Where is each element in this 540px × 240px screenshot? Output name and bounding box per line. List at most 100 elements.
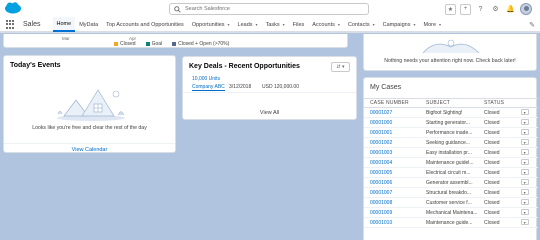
column-header-case-number[interactable]: CASE NUMBER [364, 98, 420, 108]
key-deals-card: Key Deals - Recent Opportunities ⇵ ▾ 10,… [182, 56, 357, 120]
chevron-down-icon[interactable]: ▾ [228, 22, 230, 27]
row-actions-button[interactable]: ▾ [520, 169, 529, 175]
case-number-link[interactable]: 00001005 [364, 167, 420, 178]
case-number-link[interactable]: 00001007 [364, 187, 420, 198]
star-icon[interactable]: ★ [445, 3, 456, 15]
row-actions-button[interactable]: ▾ [520, 139, 529, 145]
legend-swatch [114, 41, 118, 46]
chevron-down-icon[interactable]: ▾ [413, 22, 415, 27]
case-status-cell: Closed ▾ [478, 117, 538, 128]
nav-tab[interactable]: Leads ▾ [234, 17, 262, 32]
app-name: Sales [23, 21, 41, 28]
row-actions-button[interactable]: ▾ [520, 159, 529, 165]
nav-tab[interactable]: Home [52, 17, 76, 32]
row-actions-button[interactable]: ▾ [520, 199, 529, 205]
nav-tab[interactable]: Campaigns ▾ [379, 17, 420, 32]
case-subject: Performance inade... [420, 127, 478, 138]
assistant-card: Nothing needs your attention right now. … [363, 34, 537, 71]
card-title: Key Deals - Recent Opportunities [189, 63, 300, 70]
help-icon[interactable]: ? [475, 4, 486, 15]
nav-tab[interactable]: Tasks ▾ [262, 17, 289, 32]
table-row[interactable]: 00001001 Performance inade... Closed ▾ [364, 127, 538, 138]
case-status-cell: Closed ▾ [478, 107, 538, 118]
nav-tab[interactable]: Top Accounts and Opportunities [102, 17, 188, 32]
chevron-down-icon[interactable]: ▾ [338, 22, 340, 27]
edit-nav-icon[interactable]: ✎ [529, 21, 535, 29]
row-actions-button[interactable]: ▾ [520, 149, 529, 155]
table-row[interactable]: 00001002 Seeking guidance... Closed ▾ [364, 137, 538, 148]
global-search-input[interactable]: Search Salesforce [169, 3, 369, 15]
case-number-link[interactable]: 00001009 [364, 207, 420, 218]
case-number-link[interactable]: 00001010 [364, 217, 420, 228]
nav-tab[interactable]: Files [289, 17, 309, 32]
row-actions-button[interactable]: ▾ [520, 179, 529, 185]
case-number-link[interactable]: 00001002 [364, 137, 420, 148]
nav-tab[interactable]: Opportunities ▾ [188, 17, 234, 32]
legend-label: Closed [120, 41, 136, 47]
case-subject: Maintenance guide... [420, 217, 478, 228]
row-actions-button[interactable]: ▾ [520, 129, 529, 135]
case-number-link[interactable]: 00001004 [364, 157, 420, 168]
row-actions-button[interactable]: ▾ [520, 209, 529, 215]
case-number-link[interactable]: 00001000 [364, 117, 420, 128]
table-row[interactable]: 00001027 Bigfoot Sighting! Closed ▾ [364, 107, 538, 118]
app-launcher-icon[interactable] [6, 20, 15, 29]
case-status: Closed [484, 130, 500, 136]
row-actions-button[interactable]: ▾ [520, 189, 529, 195]
table-row[interactable]: 00001004 Maintenance guidel... Closed ▾ [364, 157, 538, 168]
chevron-down-icon[interactable]: ▾ [439, 22, 441, 27]
row-actions-button[interactable]: ▾ [520, 119, 529, 125]
view-all-link[interactable]: View All [183, 110, 356, 116]
legend-label: Goal [151, 41, 163, 47]
chevron-down-icon[interactable]: ▾ [283, 22, 285, 27]
table-row[interactable]: 00001010 Maintenance guide... Closed ▾ [364, 217, 538, 228]
divider [183, 92, 356, 93]
nav-tab-label: Tasks [265, 21, 280, 28]
opportunity-name-link[interactable]: 10,000 Units [192, 76, 220, 82]
case-status-cell: Closed ▾ [478, 167, 538, 178]
case-status: Closed [484, 140, 500, 146]
account-name-link[interactable]: Company ABC [192, 84, 225, 91]
empty-calendar-illustration [57, 89, 125, 121]
nav-tab[interactable]: MyData [75, 17, 102, 32]
table-row[interactable]: 00001000 Starting generator... Closed ▾ [364, 117, 538, 128]
chevron-down-icon[interactable]: ▾ [256, 22, 258, 27]
row-actions-button[interactable]: ▾ [520, 219, 529, 225]
salesforce-cloud-logo[interactable] [4, 2, 22, 14]
avatar[interactable] [520, 3, 532, 15]
table-row[interactable]: 00001005 Electrical circuit m... Closed ▾ [364, 167, 538, 178]
legend-swatch [172, 41, 177, 46]
nav-tab-label: Leads [237, 21, 253, 28]
case-number-link[interactable]: 00001003 [364, 147, 420, 158]
gear-icon[interactable]: ⚙ [490, 4, 501, 15]
column-header-subject[interactable]: SUBJECT [420, 98, 478, 108]
search-icon [174, 5, 181, 13]
chevron-down-icon[interactable]: ▾ [373, 22, 375, 27]
view-calendar-link[interactable]: View Calendar [4, 143, 175, 154]
empty-assistant-illustration [422, 39, 480, 54]
legend-item: Goal [145, 41, 163, 47]
add-icon[interactable]: + [460, 3, 471, 15]
table-row[interactable]: 00001003 Easy installation pr... Closed ▾ [364, 147, 538, 158]
nav-tab[interactable]: Accounts ▾ [308, 17, 344, 32]
todays-events-card: Today's Events Looks like you're free an… [3, 55, 176, 153]
nav-tab[interactable]: Contacts ▾ [344, 17, 379, 32]
column-header-status[interactable]: STATUS [478, 98, 538, 108]
case-status-cell: Closed ▾ [478, 127, 538, 138]
table-row[interactable]: 00001006 Generator assembl... Closed ▾ [364, 177, 538, 188]
case-number-link[interactable]: 00001006 [364, 177, 420, 188]
table-row[interactable]: 00001007 Structural breakdo... Closed ▾ [364, 187, 538, 198]
case-status: Closed [484, 160, 500, 166]
nav-tab[interactable]: More ▾ [419, 17, 445, 32]
bell-icon[interactable]: 🔔 [505, 4, 516, 15]
global-header: Search Salesforce ★ + ? ⚙ 🔔 [0, 0, 540, 18]
row-actions-button[interactable]: ▾ [520, 109, 529, 115]
empty-state-message: Nothing needs your attention right now. … [384, 58, 516, 64]
table-row[interactable]: 00001008 Customer service f... Closed ▾ [364, 197, 538, 208]
case-number-link[interactable]: 00001008 [364, 197, 420, 208]
table-row[interactable]: 00001009 Mechanical Maintena... Closed ▾ [364, 207, 538, 218]
filter-icon[interactable]: ⇵ ▾ [331, 62, 350, 72]
case-number-link[interactable]: 00001001 [364, 127, 420, 138]
nav-tab-label: Accounts [312, 21, 335, 28]
case-number-link[interactable]: 00001027 [364, 107, 420, 118]
